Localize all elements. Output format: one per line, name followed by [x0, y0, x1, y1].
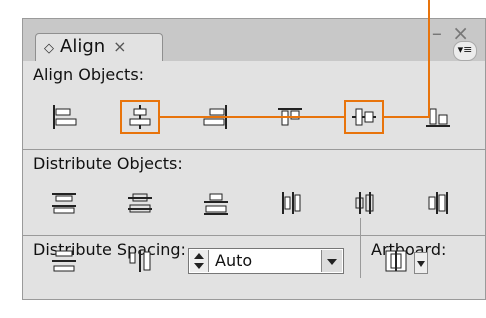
- horizontal-distribute-center-icon[interactable]: [344, 186, 384, 220]
- tab-close-icon[interactable]: ×: [113, 37, 126, 56]
- vertical-distribute-top-icon[interactable]: [44, 186, 84, 220]
- horizontal-distribute-space-icon[interactable]: [120, 244, 160, 278]
- align-objects-label: Align Objects:: [33, 65, 145, 84]
- vertical-distribute-center-icon[interactable]: [120, 186, 160, 220]
- artboard-dropdown-icon[interactable]: [414, 252, 428, 274]
- horizontal-distribute-right-icon[interactable]: [418, 186, 458, 220]
- tab-label: Align: [60, 36, 106, 57]
- callout-line: [428, 0, 430, 118]
- callout-line: [384, 116, 428, 118]
- distribute-objects-label: Distribute Objects:: [33, 154, 183, 173]
- horizontal-distribute-left-icon[interactable]: [270, 186, 310, 220]
- distribute-objects-section: Distribute Objects:: [23, 150, 485, 235]
- horizontal-align-center-icon[interactable]: [120, 100, 160, 134]
- vertical-align-center-icon[interactable]: [344, 100, 384, 134]
- vertical-separator: [360, 218, 361, 278]
- vertical-distribute-bottom-icon[interactable]: [196, 186, 236, 220]
- stepper-arrows-icon[interactable]: [190, 250, 209, 272]
- callout-line: [160, 116, 344, 118]
- spacing-value-field[interactable]: Auto: [188, 248, 344, 274]
- align-objects-section: Align Objects:: [23, 61, 485, 149]
- spacing-value[interactable]: Auto: [215, 251, 252, 270]
- tab-diamond-icon: ◇: [44, 41, 54, 56]
- spacing-dropdown-icon[interactable]: [321, 250, 342, 272]
- panel-titlebar: ◇ Align × – × ▾≡: [23, 19, 485, 61]
- panel-menu-icon[interactable]: ▾≡: [453, 41, 477, 61]
- horizontal-align-left-icon[interactable]: [44, 100, 84, 134]
- vertical-distribute-space-icon[interactable]: [44, 244, 84, 278]
- tab-align[interactable]: ◇ Align ×: [35, 33, 163, 61]
- align-to-artboard-icon[interactable]: [380, 244, 412, 278]
